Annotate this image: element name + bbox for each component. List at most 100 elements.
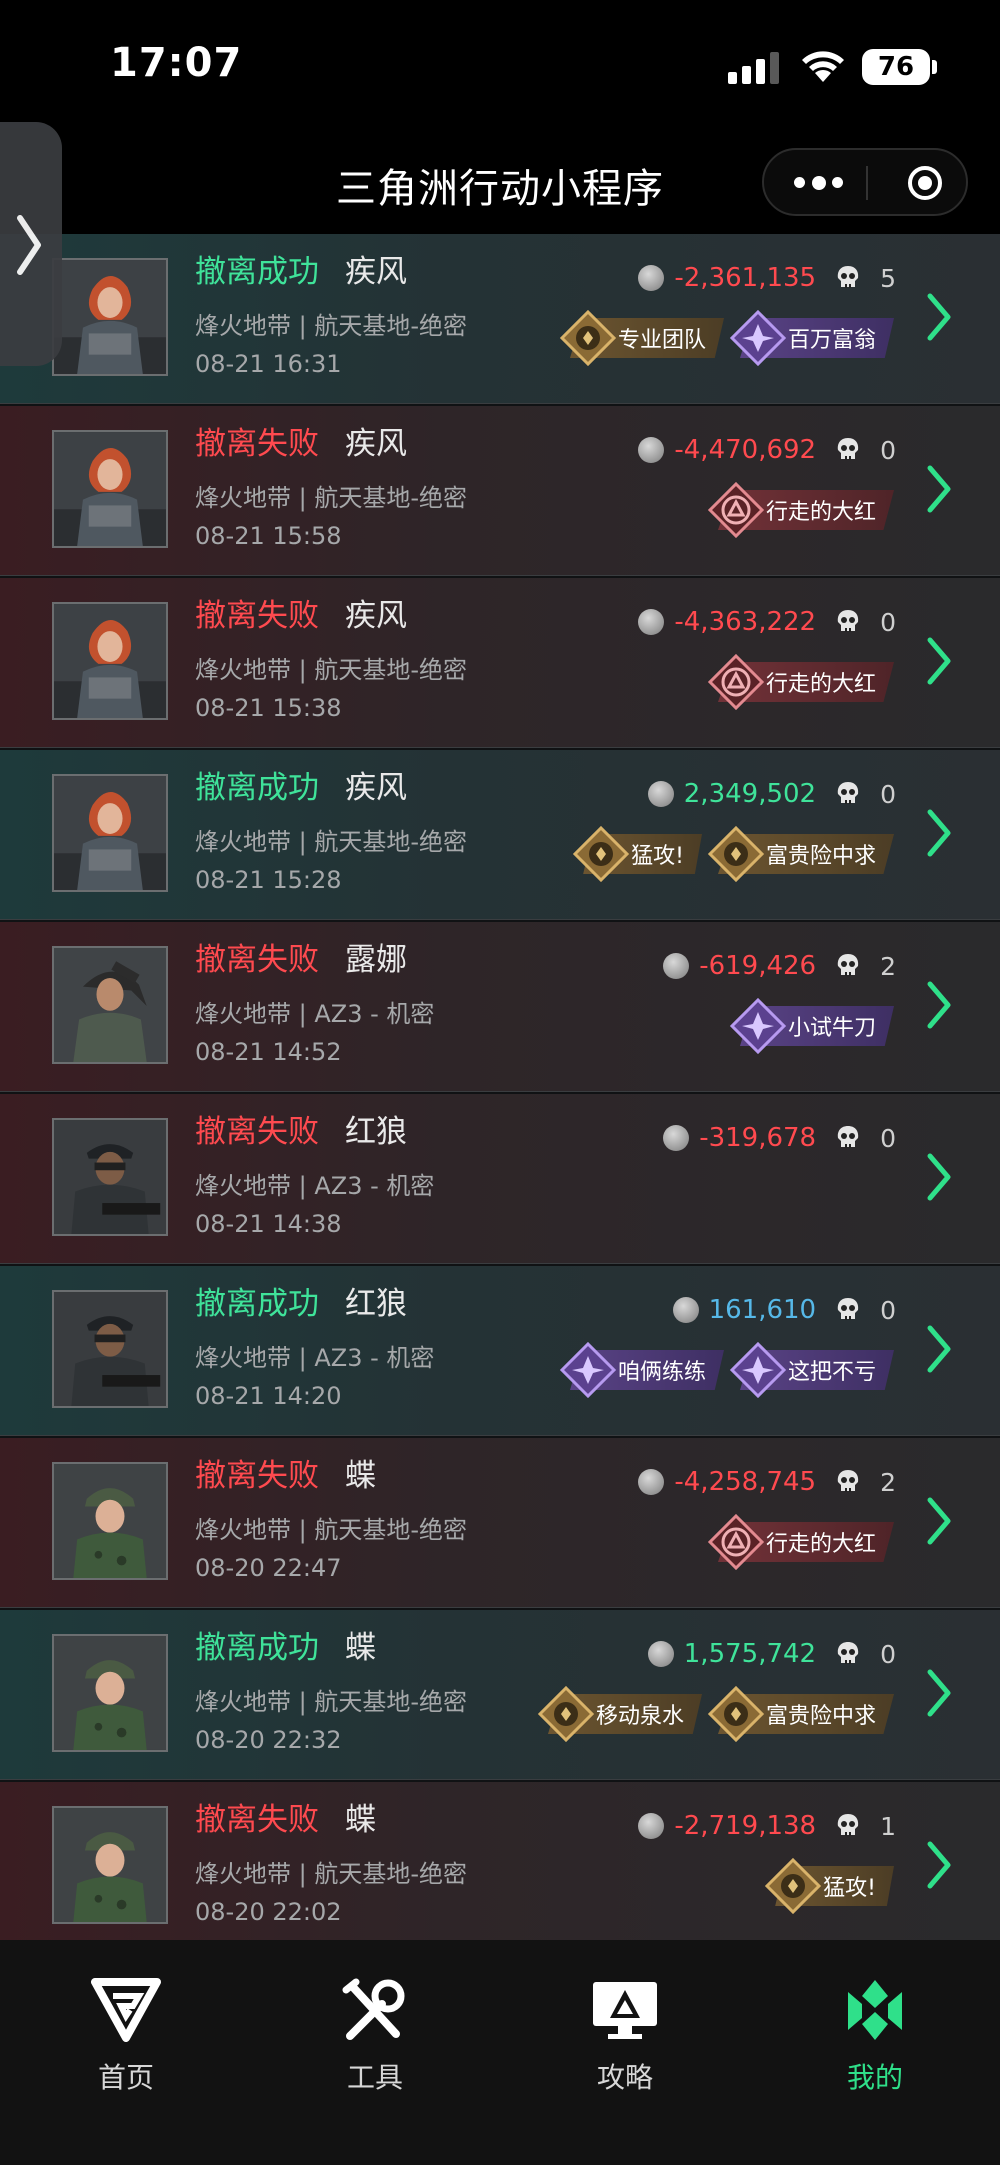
- match-record-row[interactable]: 撤离成功 疾风 烽火地带 | 航天基地-绝密 08-21 15:28 2,349…: [0, 750, 1000, 920]
- operator-name: 疾风: [345, 426, 407, 462]
- badge-group: 猛攻!: [765, 1857, 894, 1915]
- operator-avatar: [52, 602, 168, 720]
- miniprogram-capsule: [762, 148, 968, 216]
- skull-icon: [837, 438, 859, 460]
- chevron-right-icon[interactable]: [926, 1668, 952, 1718]
- tab-tools[interactable]: 工具: [305, 1978, 445, 2096]
- match-record-row[interactable]: 撤离成功 红狼 烽火地带 | AZ3 - 机密 08-21 14:20 161,…: [0, 1266, 1000, 1436]
- skull-icon: [837, 1126, 859, 1148]
- operator-name: 红狼: [345, 1286, 407, 1322]
- badge-group: 猛攻! 富贵险中求: [573, 825, 894, 883]
- badge-emblem-icon: [707, 825, 765, 883]
- badge-group: 小试牛刀: [729, 997, 894, 1055]
- match-record-row[interactable]: 撤离成功 疾风 烽火地带 | 航天基地-绝密 08-21 16:31 -2,36…: [0, 234, 1000, 404]
- tab-label: 我的: [846, 2061, 903, 2094]
- map-mode: 烽火地带 | 航天基地-绝密: [195, 484, 468, 512]
- operator-name: 疾风: [345, 254, 407, 290]
- match-record-row[interactable]: 撤离失败 蝶 烽火地带 | 航天基地-绝密 08-20 22:02 -2,719…: [0, 1782, 1000, 1940]
- badge-emblem-icon: [707, 1513, 765, 1571]
- tab-bar: 首页 工具 攻略 我的: [0, 1940, 1000, 2165]
- map-mode: 烽火地带 | AZ3 - 机密: [195, 1344, 435, 1372]
- tab-label: 工具: [346, 2061, 403, 2094]
- value-change: -319,678: [699, 1123, 817, 1153]
- badge-group: 行走的大红: [707, 1513, 894, 1571]
- chevron-right-icon[interactable]: [926, 464, 952, 514]
- coin-icon: [663, 953, 690, 979]
- operator-avatar: [52, 1118, 168, 1236]
- match-time: 08-21 14:52: [195, 1038, 342, 1066]
- kill-count: 0: [880, 435, 896, 465]
- achievement-badge: 行走的大红: [707, 481, 894, 539]
- achievement-badge: 百万富翁: [729, 309, 894, 367]
- side-drawer-handle[interactable]: [0, 122, 62, 366]
- match-stats: -4,258,745 2: [638, 1462, 896, 1502]
- close-miniprogram-icon[interactable]: [906, 164, 944, 202]
- extraction-result: 撤离失败: [195, 1458, 319, 1494]
- extraction-result: 撤离失败: [195, 426, 319, 462]
- match-stats: -4,363,222 0: [638, 602, 896, 642]
- match-time: 08-20 22:02: [195, 1898, 342, 1926]
- map-mode: 烽火地带 | 航天基地-绝密: [195, 312, 468, 340]
- skull-icon: [837, 610, 859, 632]
- match-time: 08-21 15:58: [195, 522, 342, 550]
- wifi-icon: [802, 51, 844, 82]
- operator-name: 露娜: [345, 942, 407, 978]
- achievement-badge: 猛攻!: [573, 825, 702, 883]
- match-stats: 161,610 0: [672, 1290, 896, 1330]
- match-time: 08-21 14:38: [195, 1210, 342, 1238]
- match-time: 08-21 14:20: [195, 1382, 342, 1410]
- map-mode: 烽火地带 | 航天基地-绝密: [195, 656, 468, 684]
- achievement-badge: 猛攻!: [765, 1857, 894, 1915]
- battery-tip: [932, 60, 937, 74]
- match-time: 08-21 15:28: [195, 866, 342, 894]
- skull-icon: [837, 1470, 859, 1492]
- tools-icon: [342, 1978, 405, 2040]
- map-mode: 烽火地带 | AZ3 - 机密: [195, 1000, 435, 1028]
- coin-icon: [663, 1125, 690, 1151]
- more-icon[interactable]: [794, 172, 854, 194]
- chevron-right-icon[interactable]: [926, 636, 952, 686]
- badge-emblem-icon: [707, 481, 765, 539]
- match-record-row[interactable]: 撤离成功 蝶 烽火地带 | 航天基地-绝密 08-20 22:32 1,575,…: [0, 1610, 1000, 1780]
- match-record-row[interactable]: 撤离失败 蝶 烽火地带 | 航天基地-绝密 08-20 22:47 -4,258…: [0, 1438, 1000, 1608]
- achievement-badge: 这把不亏: [729, 1341, 894, 1399]
- value-change: -2,719,138: [674, 1811, 817, 1841]
- tab-guide[interactable]: 攻略: [555, 1978, 695, 2096]
- badge-emblem-icon: [765, 1857, 822, 1915]
- extraction-result: 撤离成功: [195, 1286, 319, 1322]
- chevron-right-icon[interactable]: [926, 980, 952, 1030]
- value-change: -4,470,692: [674, 435, 817, 465]
- chevron-right-icon[interactable]: [926, 1496, 952, 1546]
- chevron-right-icon[interactable]: [926, 808, 952, 858]
- kill-count: 1: [880, 1811, 896, 1841]
- match-stats: -4,470,692 0: [638, 430, 896, 470]
- match-stats: -619,426 2: [663, 946, 896, 986]
- match-record-row[interactable]: 撤离失败 疾风 烽火地带 | 航天基地-绝密 08-21 15:38 -4,36…: [0, 578, 1000, 748]
- chevron-right-icon[interactable]: [926, 1152, 952, 1202]
- match-time: 08-20 22:47: [195, 1554, 342, 1582]
- match-record-list: 撤离成功 疾风 烽火地带 | 航天基地-绝密 08-21 16:31 -2,36…: [0, 234, 1000, 1940]
- tab-label: 攻略: [596, 2061, 653, 2094]
- chevron-right-icon[interactable]: [926, 292, 952, 342]
- badge-emblem-icon: [707, 653, 765, 711]
- coin-icon: [647, 1641, 674, 1667]
- extraction-result: 撤离成功: [195, 1630, 319, 1666]
- match-record-row[interactable]: 撤离失败 红狼 烽火地带 | AZ3 - 机密 08-21 14:38 -319…: [0, 1094, 1000, 1264]
- operator-avatar: [52, 946, 168, 1064]
- extraction-result: 撤离失败: [195, 942, 319, 978]
- tab-profile[interactable]: 我的: [805, 1978, 945, 2096]
- chevron-right-icon[interactable]: [926, 1840, 952, 1890]
- badge-emblem-icon: [573, 825, 630, 883]
- skull-icon: [837, 1642, 859, 1664]
- kill-count: 0: [880, 607, 896, 637]
- nav-bar: 三角洲行动小程序: [0, 130, 1000, 234]
- skull-icon: [837, 1814, 859, 1836]
- match-record-row[interactable]: 撤离失败 疾风 烽火地带 | 航天基地-绝密 08-21 15:58 -4,47…: [0, 406, 1000, 576]
- chevron-right-icon[interactable]: [926, 1324, 952, 1374]
- match-record-row[interactable]: 撤离失败 露娜 烽火地带 | AZ3 - 机密 08-21 14:52 -619…: [0, 922, 1000, 1092]
- value-change: -4,363,222: [674, 607, 817, 637]
- extraction-result: 撤离失败: [195, 1802, 319, 1838]
- operator-name: 蝶: [345, 1630, 376, 1666]
- tab-home[interactable]: 首页: [56, 1978, 196, 2096]
- badge-group: 移动泉水 富贵险中求: [537, 1685, 894, 1743]
